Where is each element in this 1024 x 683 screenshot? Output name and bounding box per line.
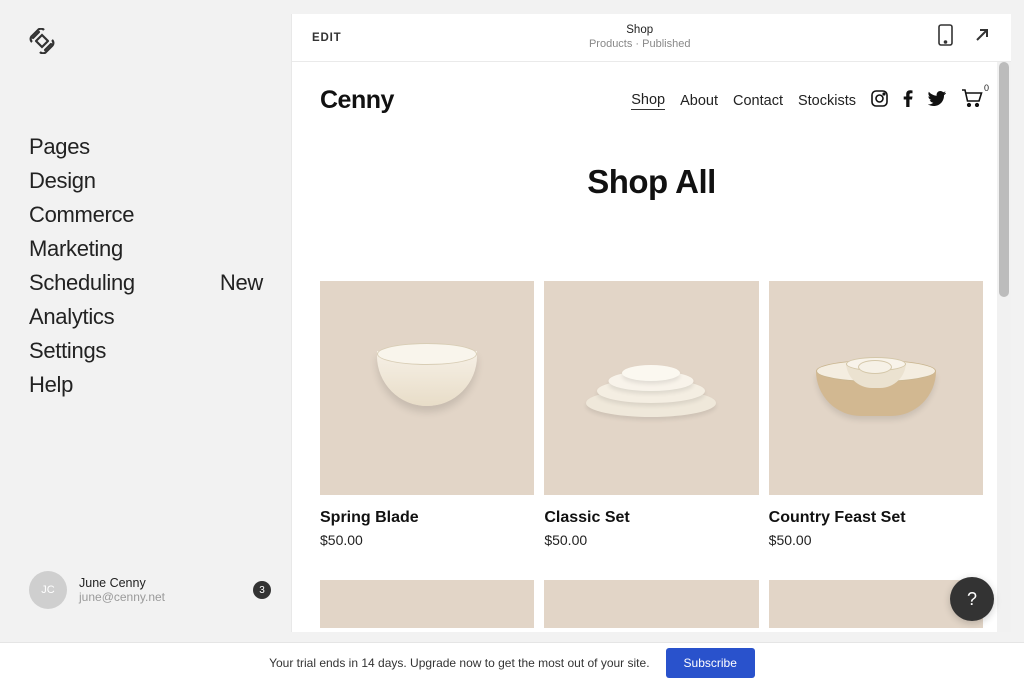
product-image: [320, 281, 534, 495]
sidebar-item-help[interactable]: Help: [29, 372, 291, 398]
topbar-title-block: Shop Products · Published: [589, 23, 691, 51]
user-name: June Cenny: [79, 576, 253, 590]
page-title: Shop All: [320, 163, 983, 201]
site-nav: Shop About Contact Stockists: [631, 89, 983, 112]
edit-button[interactable]: EDIT: [312, 32, 341, 44]
sidebar-item-label: Analytics: [29, 304, 114, 330]
topbar-subtitle: Products · Published: [589, 38, 691, 52]
instagram-icon[interactable]: [871, 90, 888, 112]
help-fab[interactable]: ?: [950, 577, 994, 621]
banner-text: Your trial ends in 14 days. Upgrade now …: [269, 656, 649, 670]
product-card[interactable]: Classic Set $50.00: [544, 281, 758, 548]
sidebar-item-label: Scheduling: [29, 270, 135, 296]
avatar: JC: [29, 571, 67, 609]
site-header: Cenny Shop About Contact Stockists: [320, 86, 983, 115]
cart-icon[interactable]: 0: [961, 89, 983, 112]
site-preview: Cenny Shop About Contact Stockists: [292, 62, 1011, 632]
facebook-icon[interactable]: [903, 90, 913, 112]
open-external-icon[interactable]: [973, 26, 991, 49]
twitter-icon[interactable]: [928, 91, 946, 111]
site-brand[interactable]: Cenny: [320, 86, 394, 115]
product-card[interactable]: Spring Blade $50.00: [320, 281, 534, 548]
product-grid-row2: [320, 580, 983, 628]
nav-link-contact[interactable]: Contact: [733, 93, 783, 109]
product-image: [544, 281, 758, 495]
nav-link-shop[interactable]: Shop: [631, 92, 665, 110]
new-badge: New: [220, 270, 263, 296]
frame-topbar: EDIT Shop Products · Published: [292, 14, 1011, 62]
product-name: Country Feast Set: [769, 509, 983, 527]
subscribe-button[interactable]: Subscribe: [666, 648, 755, 678]
sidebar-item-marketing[interactable]: Marketing: [29, 236, 291, 262]
sidebar-item-settings[interactable]: Settings: [29, 338, 291, 364]
topbar-actions: [938, 24, 991, 51]
trial-banner: Your trial ends in 14 days. Upgrade now …: [0, 642, 1024, 683]
nav-link-stockists[interactable]: Stockists: [798, 93, 856, 109]
preview-frame: EDIT Shop Products · Published Cenny: [291, 14, 1011, 632]
scrollbar[interactable]: [997, 62, 1011, 632]
squarespace-logo[interactable]: [29, 28, 55, 54]
product-image[interactable]: [320, 580, 534, 628]
topbar-title: Shop: [589, 23, 691, 37]
product-price: $50.00: [544, 532, 758, 548]
product-name: Classic Set: [544, 509, 758, 527]
mobile-preview-icon[interactable]: [938, 24, 953, 51]
scrollbar-thumb[interactable]: [999, 62, 1009, 297]
user-email: june@cenny.net: [79, 590, 253, 604]
product-price: $50.00: [320, 532, 534, 548]
sidebar-item-design[interactable]: Design: [29, 168, 291, 194]
sidebar-item-commerce[interactable]: Commerce: [29, 202, 291, 228]
product-name: Spring Blade: [320, 509, 534, 527]
sidebar-item-scheduling[interactable]: Scheduling New: [29, 270, 291, 296]
nav-link-about[interactable]: About: [680, 93, 718, 109]
sidebar: Pages Design Commerce Marketing Scheduli…: [0, 0, 291, 683]
product-grid: Spring Blade $50.00 Classic Set $50.00: [320, 281, 983, 548]
sidebar-item-pages[interactable]: Pages: [29, 134, 291, 160]
user-info: June Cenny june@cenny.net: [79, 576, 253, 604]
sidebar-item-label: Pages: [29, 134, 90, 160]
product-price: $50.00: [769, 532, 983, 548]
user-area[interactable]: JC June Cenny june@cenny.net 3: [29, 571, 271, 609]
sidebar-item-label: Settings: [29, 338, 106, 364]
cart-count: 0: [984, 83, 989, 93]
product-image[interactable]: [544, 580, 758, 628]
sidebar-item-label: Commerce: [29, 202, 134, 228]
product-image: [769, 281, 983, 495]
sidebar-item-analytics[interactable]: Analytics: [29, 304, 291, 330]
sidebar-item-label: Marketing: [29, 236, 123, 262]
sidebar-item-label: Design: [29, 168, 96, 194]
sidebar-item-label: Help: [29, 372, 73, 398]
product-card[interactable]: Country Feast Set $50.00: [769, 281, 983, 548]
notification-badge[interactable]: 3: [253, 581, 271, 599]
